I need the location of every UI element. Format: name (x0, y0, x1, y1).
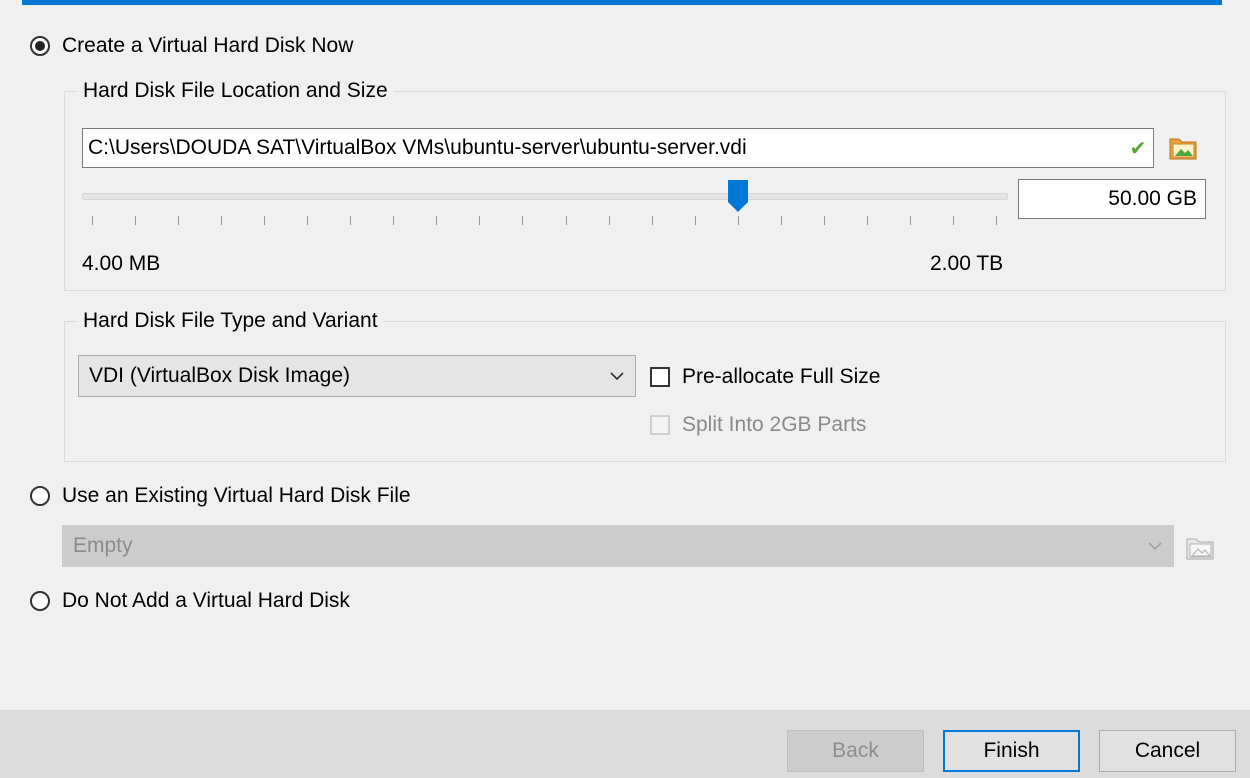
radio-use-existing[interactable] (30, 486, 50, 506)
slider-tick (264, 216, 266, 225)
split-label: Split Into 2GB Parts (682, 413, 867, 436)
disk-path-input[interactable] (88, 136, 1123, 160)
check-valid-icon: ✔ (1129, 137, 1147, 160)
use-existing-label: Use an Existing Virtual Hard Disk File (62, 484, 411, 507)
disk-size-field[interactable] (1018, 179, 1206, 219)
existing-disk-value: Empty (73, 534, 133, 557)
preallocate-label: Pre-allocate Full Size (682, 365, 881, 388)
existing-disk-dropdown: Empty (62, 525, 1174, 567)
file-type-dropdown[interactable]: VDI (VirtualBox Disk Image) (78, 355, 636, 397)
slider-tick (651, 216, 653, 225)
do-not-add-label: Do Not Add a Virtual Hard Disk (62, 589, 350, 612)
slider-min-label: 4.00 MB (82, 252, 161, 275)
slider-tick (436, 216, 438, 225)
slider-tick (909, 216, 911, 225)
slider-tick (221, 216, 223, 225)
slider-tick (565, 216, 567, 225)
slider-tick (952, 216, 954, 225)
split-checkbox (650, 415, 670, 435)
slider-tick (135, 216, 137, 225)
do-not-add-radio-option[interactable]: Do Not Add a Virtual Hard Disk (30, 586, 350, 616)
slider-tick (608, 216, 610, 225)
slider-tick (393, 216, 395, 225)
slider-tick (522, 216, 524, 225)
slider-tick (178, 216, 180, 225)
slider-tick (694, 216, 696, 225)
split-option: Split Into 2GB Parts (650, 410, 866, 440)
create-disk-radio-option[interactable]: Create a Virtual Hard Disk Now (30, 31, 353, 61)
disk-size-slider-track[interactable] (82, 193, 1008, 200)
radio-do-not-add[interactable] (30, 591, 50, 611)
slider-tick (479, 216, 481, 225)
chevron-down-icon (610, 372, 624, 381)
cancel-button[interactable]: Cancel (1099, 730, 1236, 772)
slider-tick (737, 216, 739, 225)
chevron-down-icon (1148, 542, 1162, 551)
use-existing-radio-option[interactable]: Use an Existing Virtual Hard Disk File (30, 481, 411, 511)
folder-icon (1185, 532, 1215, 562)
top-accent-line (22, 0, 1222, 5)
preallocate-checkbox[interactable] (650, 367, 670, 387)
location-size-group-title: Hard Disk File Location and Size (77, 78, 394, 104)
slider-tick (780, 216, 782, 225)
file-type-value: VDI (VirtualBox Disk Image) (89, 364, 351, 387)
slider-handle-icon[interactable] (726, 178, 750, 214)
slider-tick (996, 216, 997, 225)
finish-button[interactable]: Finish (943, 730, 1080, 772)
disk-path-field[interactable]: ✔ (82, 128, 1154, 168)
type-variant-group-title: Hard Disk File Type and Variant (77, 308, 384, 334)
create-disk-label: Create a Virtual Hard Disk Now (62, 34, 354, 57)
slider-tick (350, 216, 352, 225)
slider-tick (307, 216, 309, 225)
disk-size-input[interactable] (1019, 187, 1197, 211)
radio-create-disk[interactable] (30, 36, 50, 56)
slider-max-label: 2.00 TB (930, 252, 1004, 275)
folder-icon[interactable] (1168, 132, 1198, 162)
slider-tick (866, 216, 868, 225)
preallocate-option[interactable]: Pre-allocate Full Size (650, 362, 880, 392)
slider-tick (92, 216, 93, 225)
slider-tick (823, 216, 825, 225)
back-button[interactable]: Back (787, 730, 924, 772)
